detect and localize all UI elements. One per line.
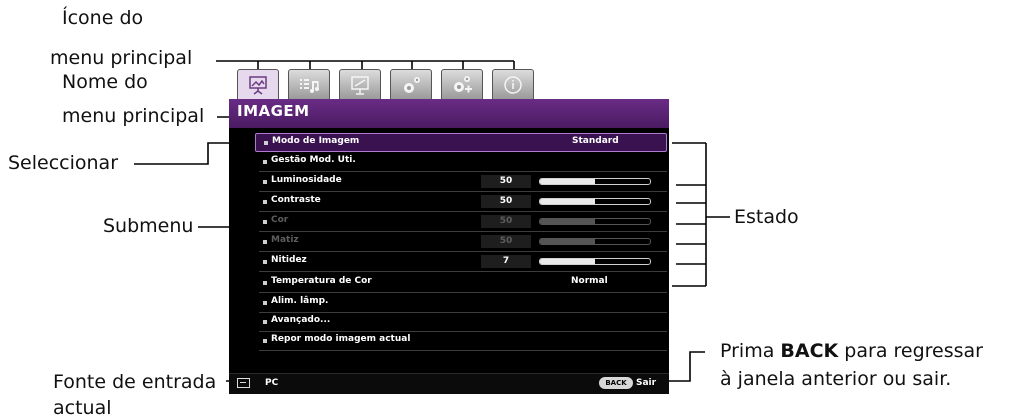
tint-slider[interactable] (539, 238, 651, 245)
picture-mode-value: Standard (572, 136, 619, 146)
back-instruction-line1: Prima BACK para regressar (720, 340, 983, 362)
input-source-icon (237, 378, 250, 388)
menu-item-color-temperature[interactable]: Temperatura de Cor Normal (259, 274, 667, 293)
bullet-icon (264, 141, 268, 145)
menu-item-label: Cor (271, 215, 289, 225)
color-slider[interactable] (539, 218, 651, 225)
osd-menu: IMAGEM Modo de Imagem Standard Gestão Mo… (229, 67, 669, 394)
tab-information[interactable] (492, 69, 534, 99)
menu-item-label: Repor modo imagem actual (271, 334, 411, 344)
bullet-icon (263, 320, 267, 324)
bullet-icon (263, 180, 267, 184)
tab-settings-basic[interactable] (390, 69, 432, 99)
menu-item-reset-picture-mode[interactable]: Repor modo imagem actual (259, 332, 667, 351)
menu-header: IMAGEM (229, 99, 669, 128)
menu-panel: IMAGEM Modo de Imagem Standard Gestão Mo… (229, 99, 669, 394)
bullet-icon (263, 220, 267, 224)
menu-item-label: Luminosidade (271, 175, 342, 185)
slider-fill (540, 259, 595, 264)
menu-item-label: Avançado... (271, 315, 331, 325)
menu-item-advanced[interactable]: Avançado... (259, 313, 667, 332)
menu-item-label: Matiz (271, 235, 299, 245)
menu-item-label: Contraste (271, 195, 321, 205)
main-menu-name-label: Nome do (62, 71, 148, 93)
submenu-label: Submenu (103, 215, 194, 237)
picture-icon (249, 75, 267, 95)
current-input-source: PC (265, 378, 279, 388)
menu-item-label: Modo de Imagem (272, 136, 360, 146)
brightness-slider[interactable] (539, 178, 651, 185)
advanced-gear-icon (454, 75, 472, 92)
tab-audio-settings[interactable] (288, 69, 330, 99)
current-source-label-line2: actual (53, 397, 112, 419)
bullet-icon (263, 301, 267, 305)
main-menu-tabs (229, 67, 669, 101)
info-icon (504, 75, 522, 94)
brightness-value: 50 (481, 175, 531, 188)
menu-item-user-mode-management[interactable]: Gestão Mod. Uti. (259, 153, 667, 172)
bullet-icon (263, 240, 267, 244)
main-menu-name-label-line2: menu principal (62, 105, 205, 127)
bullet-icon (263, 260, 267, 264)
status-label: Estado (734, 206, 799, 228)
bullet-icon (263, 339, 267, 343)
back-button[interactable]: BACK (599, 377, 633, 389)
menu-item-tint[interactable]: Matiz 50 (259, 233, 667, 252)
select-label: Seleccionar (8, 152, 119, 174)
icon-main-menu-label: Ícone do (62, 7, 144, 29)
menu-footer: PC BACK Sair (229, 373, 669, 394)
bullet-icon (263, 200, 267, 204)
sharpness-slider[interactable] (539, 258, 651, 265)
menu-item-contrast[interactable]: Contraste 50 (259, 193, 667, 212)
slider-fill (540, 219, 595, 224)
tab-display[interactable] (339, 69, 381, 99)
tint-value: 50 (481, 235, 531, 248)
slider-fill (540, 239, 595, 244)
bullet-icon (263, 281, 267, 285)
menu-item-picture-mode[interactable]: Modo de Imagem Standard (255, 133, 667, 152)
exit-label: Sair (636, 378, 657, 388)
menu-item-label: Gestão Mod. Uti. (271, 155, 356, 165)
audio-settings-icon (300, 78, 319, 93)
menu-item-label: Alim. lâmp. (271, 296, 329, 306)
menu-item-color[interactable]: Cor 50 (259, 213, 667, 232)
sharpness-value: 7 (481, 255, 531, 268)
menu-item-label: Temperatura de Cor (271, 276, 372, 286)
display-icon (351, 75, 369, 95)
current-source-label: Fonte de entrada (53, 371, 217, 393)
color-temperature-value: Normal (571, 276, 608, 286)
menu-title: IMAGEM (237, 102, 310, 120)
back-instruction-line2: à janela anterior ou sair. (720, 368, 952, 390)
color-value: 50 (481, 215, 531, 228)
tab-picture[interactable] (237, 69, 279, 99)
contrast-slider[interactable] (539, 198, 651, 205)
slider-fill (540, 179, 595, 184)
contrast-value: 50 (481, 195, 531, 208)
menu-item-lamp-power[interactable]: Alim. lâmp. (259, 294, 667, 313)
menu-item-brightness[interactable]: Luminosidade 50 (259, 173, 667, 192)
icon-main-menu-label-line2: menu principal (50, 47, 193, 69)
bullet-icon (263, 160, 267, 164)
gear-icon (404, 76, 420, 93)
menu-item-label: Nitidez (271, 255, 307, 265)
menu-item-sharpness[interactable]: Nitidez 7 (259, 253, 667, 272)
slider-fill (540, 199, 595, 204)
tab-settings-advanced[interactable] (441, 69, 483, 99)
